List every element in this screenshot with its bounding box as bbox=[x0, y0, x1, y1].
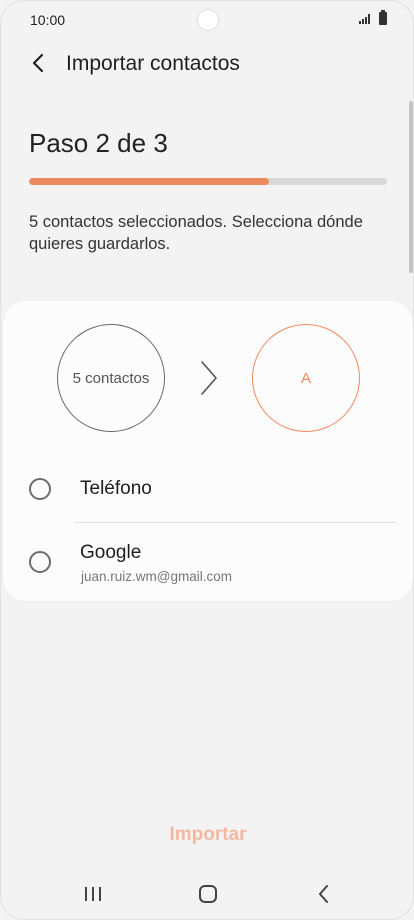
option-account: juan.ruiz.wm@gmail.com bbox=[81, 569, 232, 584]
back-button[interactable] bbox=[23, 48, 53, 78]
home-icon[interactable] bbox=[193, 881, 223, 907]
import-button[interactable]: Importar bbox=[141, 817, 275, 853]
progress-fill bbox=[29, 178, 269, 185]
chevron-right-icon bbox=[201, 361, 217, 395]
back-icon[interactable] bbox=[309, 881, 339, 907]
camera-cutout bbox=[197, 9, 219, 31]
phone-screen: 10:00 Importar contactos Paso 2 de 3 5 c… bbox=[0, 0, 414, 920]
description-text: 5 contactos seleccionados. Selecciona dó… bbox=[29, 213, 363, 253]
option-label: Teléfono bbox=[80, 478, 152, 499]
navigation-bar bbox=[1, 871, 413, 919]
radio-telefono[interactable] bbox=[29, 478, 51, 500]
battery-icon bbox=[379, 10, 387, 25]
destination-card: 5 contactos A Teléfono Google juan.ruiz.… bbox=[3, 301, 413, 601]
status-bar: 10:00 bbox=[1, 1, 413, 39]
back-arrow-icon bbox=[32, 53, 44, 73]
destination-label: A bbox=[300, 369, 311, 387]
destination-circle: A bbox=[252, 324, 360, 432]
status-time: 10:00 bbox=[30, 12, 66, 28]
source-label: 5 contactos bbox=[72, 369, 150, 387]
signal-icon bbox=[359, 14, 370, 24]
option-telefono[interactable]: Teléfono bbox=[3, 461, 413, 523]
page-title: Importar contactos bbox=[66, 52, 240, 75]
source-circle: 5 contactos bbox=[57, 324, 165, 432]
scrollbar[interactable] bbox=[409, 101, 413, 273]
progress-bar bbox=[29, 178, 387, 185]
step-title: Paso 2 de 3 bbox=[29, 128, 168, 158]
option-google[interactable]: Google juan.ruiz.wm@gmail.com bbox=[3, 523, 413, 593]
recent-apps-icon[interactable] bbox=[78, 881, 108, 907]
radio-google[interactable] bbox=[29, 551, 51, 573]
option-label: Google bbox=[80, 542, 142, 563]
